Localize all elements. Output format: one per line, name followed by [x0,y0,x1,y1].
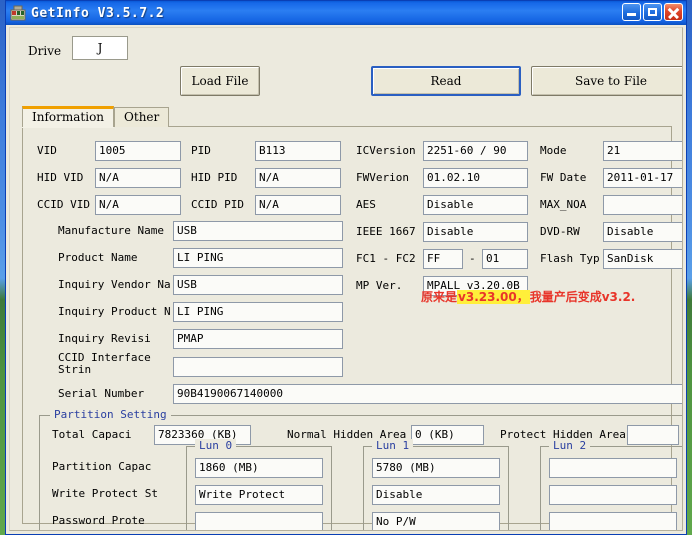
tab-strip: Information Other [22,105,170,127]
ccid-interface-label-2: Strin [58,363,92,376]
lun-2-title: Lun 2 [549,439,591,452]
ccid-pid-label: CCID PID [191,198,244,211]
annotation-prefix: 原来是 [421,290,458,304]
dvd-rw-field[interactable]: Disable [603,222,682,242]
protect-hidden-area-field[interactable] [627,425,679,445]
inquiry-product-name-label: Inquiry Product Nar [58,305,170,318]
minimize-icon[interactable] [622,3,641,21]
window-controls [622,3,683,21]
lun-0-group: Lun 0 1860 (MB) Write Protect BootMenu [186,439,332,530]
hid-vid-label: HID VID [37,171,84,184]
annotation-highlight: v3.23.00， [457,290,530,304]
normal-hidden-area-field[interactable]: 0 (KB) [411,425,484,445]
flash-type-label: Flash Typ [540,252,600,265]
lun-0-write-protect-field[interactable]: Write Protect [195,485,323,505]
flash-type-field[interactable]: SanDisk [603,249,682,269]
vid-label: VID [37,144,57,157]
lun-0-partition-capacity-field[interactable]: 1860 (MB) [195,458,323,478]
aes-field[interactable]: Disable [423,195,528,215]
inquiry-product-name-field[interactable]: LI PING [173,302,343,322]
serial-number-label: Serial Number [58,387,145,400]
tab-other[interactable]: Other [114,107,170,127]
ccid-interface-field[interactable] [173,357,343,377]
dvd-rw-label: DVD-RW [540,225,580,238]
app-icon [10,5,26,21]
title-bar[interactable]: GetInfo V3.5.7.2 [6,1,686,25]
lun-2-write-protect-field[interactable] [549,485,677,505]
serial-number-field[interactable]: 90B4190067140000 [173,384,682,404]
pid-field[interactable]: B113 [255,141,341,161]
close-icon[interactable] [664,3,683,21]
max-noa-field[interactable] [603,195,682,215]
lun-1-partition-capacity-field[interactable]: 5780 (MB) [372,458,500,478]
partition-capacity-label: Partition Capac [52,460,152,473]
information-tab-page: VID 1005 HID VID N/A CCID VID N/A PID B1… [22,126,682,530]
window-client-area: Drive J Load File Read Save to File Info… [9,27,683,531]
icversion-label: ICVersion [356,144,416,157]
fc2-field[interactable]: 01 [482,249,528,269]
ccid-vid-label: CCID VID [37,198,90,211]
aes-label: AES [356,198,376,211]
lun-1-password-protect-field[interactable]: No P/W [372,512,500,530]
hid-pid-field[interactable]: N/A [255,168,341,188]
inquiry-vendor-name-label: Inquiry Vendor Nam [58,278,170,291]
product-name-field[interactable]: LI PING [173,248,343,268]
annotation-overlay: 原来是v3.23.00，我量产后变成v3.2. [421,288,635,305]
lun-2-password-protect-field[interactable] [549,512,677,530]
password-protect-label: Password Prote [52,514,145,527]
manufacture-name-label: Manufacture Name [58,224,164,237]
icversion-field[interactable]: 2251-60 / 90 [423,141,528,161]
lun-2-partition-capacity-field[interactable] [549,458,677,478]
ccid-pid-field[interactable]: N/A [255,195,341,215]
inquiry-revision-field[interactable]: PMAP [173,329,343,349]
window-title: GetInfo V3.5.7.2 [31,5,165,21]
hid-pid-label: HID PID [191,171,238,184]
inquiry-revision-label: Inquiry Revisi [58,332,151,345]
inquiry-vendor-name-field[interactable]: USB [173,275,343,295]
lun-1-write-protect-field[interactable]: Disable [372,485,500,505]
toolbar: Drive J Load File Read Save to File [10,28,682,96]
mode-field[interactable]: 21 [603,141,682,161]
tab-information[interactable]: Information [22,106,115,127]
total-capacity-label: Total Capaci [52,428,132,441]
maximize-icon[interactable] [643,3,662,21]
manufacture-name-field[interactable]: USB [173,221,343,241]
lun-0-password-protect-field[interactable] [195,512,323,530]
fc-separator: - [469,252,476,265]
fwversion-label: FWVerion [356,171,409,184]
mp-version-label: MP Ver. [356,279,403,292]
save-to-file-button[interactable]: Save to File [531,66,682,96]
fwversion-field[interactable]: 01.02.10 [423,168,528,188]
drive-input[interactable]: J [72,36,128,60]
hid-vid-field[interactable]: N/A [95,168,181,188]
fc1-fc2-label: FC1 - FC2 [356,252,416,265]
partition-setting-title: Partition Setting [50,408,171,421]
ieee1667-label: IEEE 1667 [356,225,416,238]
mode-label: Mode [540,144,567,157]
product-name-label: Product Name [58,251,138,264]
ccid-vid-field[interactable]: N/A [95,195,181,215]
vid-field[interactable]: 1005 [95,141,181,161]
read-button[interactable]: Read [371,66,521,96]
load-file-button[interactable]: Load File [180,66,260,96]
lun-1-group: Lun 1 5780 (MB) Disable No P/W SECURE [363,439,509,530]
partition-setting-group: Partition Setting Total Capaci 7823360 (… [39,408,682,530]
pid-label: PID [191,144,211,157]
getinfo-window: GetInfo V3.5.7.2 Drive J Load File Read … [5,0,687,535]
fw-date-label: FW Date [540,171,587,184]
lun-1-title: Lun 1 [372,439,414,452]
fc1-field[interactable]: FF [423,249,463,269]
fw-date-field[interactable]: 2011-01-17 [603,168,682,188]
drive-label: Drive [28,44,62,58]
write-protect-label: Write Protect St [52,487,158,500]
lun-0-title: Lun 0 [195,439,237,452]
lun-2-group: Lun 2 [540,439,682,530]
max-noa-label: MAX_NOA [540,198,587,211]
annotation-suffix: 我量产后变成v3.2. [529,290,636,304]
ieee1667-field[interactable]: Disable [423,222,528,242]
